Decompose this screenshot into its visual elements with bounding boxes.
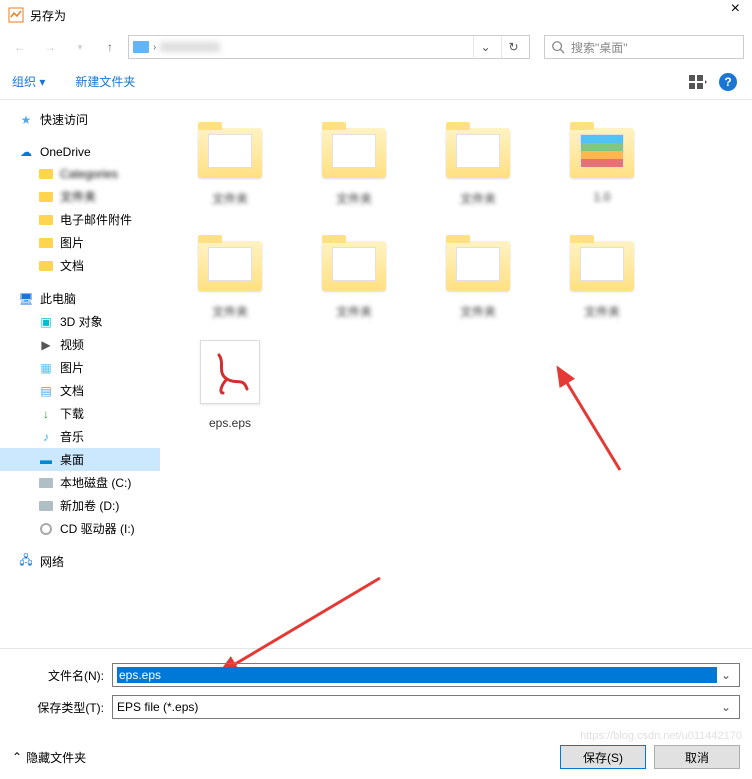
breadcrumb bbox=[160, 42, 220, 52]
folder-icon bbox=[38, 212, 54, 228]
folder-item[interactable]: 文件夹 bbox=[180, 114, 280, 207]
window-title: 另存为 bbox=[30, 7, 704, 24]
folder-item[interactable]: 文件夹 bbox=[304, 114, 404, 207]
hide-folders-toggle[interactable]: ⌃ 隐藏文件夹 bbox=[12, 749, 86, 766]
sidebar-pictures[interactable]: ▦图片 bbox=[0, 356, 160, 379]
sidebar: ★快速访问 ☁OneDrive Categories 文件夹 电子邮件附件 图片… bbox=[0, 100, 160, 648]
sidebar-this-pc[interactable]: 🖥此电脑 bbox=[0, 287, 160, 310]
folder-item[interactable]: 文件夹 bbox=[428, 227, 528, 320]
star-icon: ★ bbox=[18, 112, 34, 128]
disk-icon bbox=[38, 475, 54, 491]
folder-icon bbox=[38, 258, 54, 274]
chevron-up-icon: ⌃ bbox=[12, 750, 22, 764]
view-options-button[interactable] bbox=[686, 70, 710, 94]
file-list[interactable]: 文件夹 文件夹 文件夹 1.0 文件夹 文件夹 文件夹 文件夹 eps.eps bbox=[160, 100, 752, 648]
forward-button[interactable]: → bbox=[38, 35, 62, 59]
video-icon: ▶ bbox=[38, 337, 54, 353]
sidebar-onedrive-docs[interactable]: 文档 bbox=[0, 254, 160, 277]
help-button[interactable]: ? bbox=[716, 70, 740, 94]
organize-menu[interactable]: 组织 ▾ bbox=[12, 73, 45, 90]
folder-icon bbox=[38, 189, 54, 205]
folder-icon bbox=[38, 235, 54, 251]
address-dropdown[interactable]: ⌄ bbox=[473, 35, 497, 59]
folder-item[interactable]: 1.0 bbox=[552, 114, 652, 207]
documents-icon: ▤ bbox=[38, 383, 54, 399]
sidebar-downloads[interactable]: ↓下载 bbox=[0, 402, 160, 425]
up-button[interactable]: ↑ bbox=[98, 35, 122, 59]
desktop-icon: ▬ bbox=[38, 452, 54, 468]
sidebar-disk-c[interactable]: 本地磁盘 (C:) bbox=[0, 471, 160, 494]
recent-dropdown[interactable]: ▾ bbox=[68, 35, 92, 59]
folder-icon bbox=[38, 166, 54, 182]
sidebar-onedrive-sub1[interactable]: Categories bbox=[0, 163, 160, 185]
file-type-select[interactable]: EPS file (*.eps) ⌄ bbox=[112, 695, 740, 719]
sidebar-videos[interactable]: ▶视频 bbox=[0, 333, 160, 356]
file-label: eps.eps bbox=[180, 416, 280, 430]
eps-file-icon bbox=[200, 340, 260, 404]
network-icon: 🖧 bbox=[18, 554, 34, 570]
chevron-down-icon[interactable]: ⌄ bbox=[717, 700, 735, 714]
folder-item[interactable]: 文件夹 bbox=[304, 227, 404, 320]
cd-icon bbox=[38, 521, 54, 537]
sidebar-onedrive-email[interactable]: 电子邮件附件 bbox=[0, 208, 160, 231]
disk-icon bbox=[38, 498, 54, 514]
download-icon: ↓ bbox=[38, 406, 54, 422]
sidebar-documents[interactable]: ▤文档 bbox=[0, 379, 160, 402]
refresh-button[interactable]: ↻ bbox=[501, 35, 525, 59]
pc-icon: 🖥 bbox=[18, 291, 34, 307]
sidebar-quick-access[interactable]: ★快速访问 bbox=[0, 108, 160, 131]
search-placeholder: 搜索"桌面" bbox=[571, 39, 628, 56]
sidebar-network[interactable]: 🖧网络 bbox=[0, 550, 160, 573]
3d-icon: ▣ bbox=[38, 314, 54, 330]
folder-item[interactable]: 文件夹 bbox=[180, 227, 280, 320]
new-folder-button[interactable]: 新建文件夹 bbox=[75, 73, 135, 90]
sidebar-onedrive-sub2[interactable]: 文件夹 bbox=[0, 185, 160, 208]
sidebar-onedrive[interactable]: ☁OneDrive bbox=[0, 141, 160, 163]
chevron-down-icon[interactable]: ⌄ bbox=[717, 668, 735, 682]
sidebar-disk-d[interactable]: 新加卷 (D:) bbox=[0, 494, 160, 517]
file-type-label: 保存类型(T): bbox=[12, 699, 112, 716]
sidebar-onedrive-pictures[interactable]: 图片 bbox=[0, 231, 160, 254]
chevron-right-icon: › bbox=[153, 42, 156, 53]
filename-input[interactable]: eps.eps ⌄ bbox=[112, 663, 740, 687]
folder-icon bbox=[133, 41, 149, 53]
sidebar-disk-i[interactable]: CD 驱动器 (I:) bbox=[0, 517, 160, 540]
pictures-icon: ▦ bbox=[38, 360, 54, 376]
app-icon bbox=[8, 7, 24, 23]
folder-item[interactable]: 文件夹 bbox=[428, 114, 528, 207]
address-bar[interactable]: › ⌄ ↻ bbox=[128, 35, 530, 59]
sidebar-desktop[interactable]: ▬桌面 bbox=[0, 448, 160, 471]
search-icon bbox=[551, 40, 565, 54]
search-input[interactable]: 搜索"桌面" bbox=[544, 35, 744, 59]
music-icon: ♪ bbox=[38, 429, 54, 445]
close-button[interactable]: × bbox=[704, 0, 744, 30]
back-button[interactable]: ← bbox=[8, 35, 32, 59]
file-item-eps[interactable]: eps.eps bbox=[180, 340, 280, 430]
sidebar-music[interactable]: ♪音乐 bbox=[0, 425, 160, 448]
filename-label: 文件名(N): bbox=[12, 667, 112, 684]
annotation-arrow-icon bbox=[550, 360, 630, 483]
save-button[interactable]: 保存(S) bbox=[560, 745, 646, 769]
folder-item[interactable]: 文件夹 bbox=[552, 227, 652, 320]
cancel-button[interactable]: 取消 bbox=[654, 745, 740, 769]
cloud-icon: ☁ bbox=[18, 144, 34, 160]
sidebar-3d-objects[interactable]: ▣3D 对象 bbox=[0, 310, 160, 333]
